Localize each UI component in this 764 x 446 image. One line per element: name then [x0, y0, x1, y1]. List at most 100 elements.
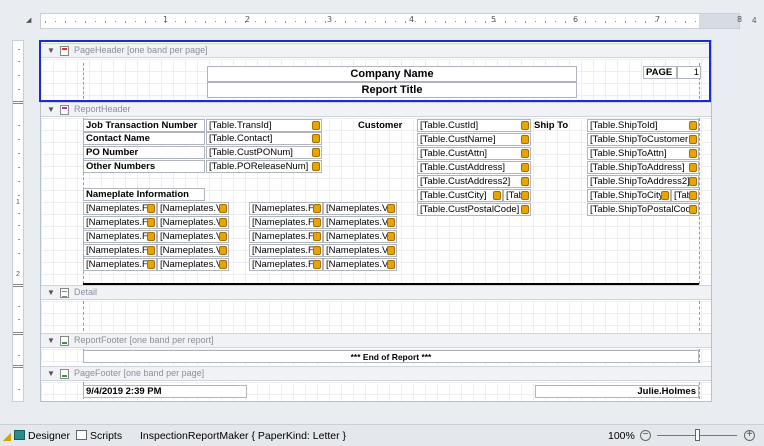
database-field-icon: [387, 260, 395, 269]
cust-name-field[interactable]: [Table.CustName]: [417, 133, 531, 146]
nameplate-field-r3-c2[interactable]: [Nameplates.V: [157, 230, 229, 243]
nameplate-field-r2-c3[interactable]: [Nameplates.F: [249, 216, 323, 229]
nameplate-field-r3-c1[interactable]: [Nameplates.F: [83, 230, 157, 243]
resize-grip-icon[interactable]: [3, 433, 11, 441]
cust-address-field[interactable]: [Table.CustAddress]: [417, 161, 531, 174]
cust-city-field[interactable]: [Table.CustCity]: [417, 189, 503, 202]
job-transaction-number-label[interactable]: Job Transaction Number: [83, 119, 205, 132]
cust-address2-field[interactable]: [Table.CustAddress2]: [417, 175, 531, 188]
ship-to-postal-code-field[interactable]: [Table.ShipToPostalCode: [587, 203, 699, 216]
collapse-icon[interactable]: ▼: [47, 367, 55, 380]
po-release-num-field[interactable]: [Table.POReleaseNum]: [206, 160, 322, 173]
database-field-icon: [312, 148, 320, 157]
database-field-icon: [689, 163, 697, 172]
ship-to-label[interactable]: Ship To: [531, 119, 587, 132]
database-field-icon: [493, 191, 501, 200]
database-field-icon: [689, 205, 697, 214]
nameplate-field-r5-c3[interactable]: [Nameplates.F: [249, 258, 323, 271]
ruler-mark: 4: [409, 15, 415, 24]
cust-po-num-field[interactable]: [Table.CustPONum]: [206, 146, 322, 159]
contact-field[interactable]: [Table.Contact]: [206, 132, 322, 145]
scripts-icon: [76, 430, 87, 440]
designer-tab[interactable]: Designer: [14, 429, 70, 443]
database-field-icon: [147, 218, 155, 227]
nameplate-field-r4-c3[interactable]: [Nameplates.F: [249, 244, 323, 257]
database-field-icon: [661, 191, 669, 200]
page-footer-band-icon: [60, 369, 69, 379]
database-field-icon: [312, 134, 320, 143]
database-field-icon: [313, 218, 321, 227]
nameplate-field-r5-c1[interactable]: [Nameplates.F: [83, 258, 157, 271]
collapse-icon[interactable]: ▼: [47, 286, 55, 299]
zoom-level: 100%: [608, 430, 635, 442]
customer-label[interactable]: Customer: [355, 119, 415, 132]
database-field-icon: [147, 246, 155, 255]
end-of-report-label[interactable]: *** End of Report ***: [83, 350, 699, 363]
collapse-icon[interactable]: ▼: [47, 334, 55, 347]
nameplate-field-r1-c2[interactable]: [Nameplates.V: [157, 202, 229, 215]
database-field-icon: [689, 135, 697, 144]
database-field-icon: [147, 260, 155, 269]
nameplate-field-r1-c3[interactable]: [Nameplates.F: [249, 202, 323, 215]
ship-to-attn-field[interactable]: [Table.ShipToAttn]: [587, 147, 699, 160]
trans-id-field[interactable]: [Table.TransId]: [206, 119, 322, 132]
other-numbers-label[interactable]: Other Numbers: [83, 160, 205, 173]
cust-postal-code-field[interactable]: [Table.CustPostalCode]: [417, 203, 531, 216]
report-header-band[interactable]: Job Transaction Number Contact Name PO N…: [41, 118, 711, 286]
user-name-field[interactable]: Julie.Holmes: [535, 385, 699, 398]
nameplate-field-r1-c1[interactable]: [Nameplates.F: [83, 202, 157, 215]
ruler-mark: 6: [573, 15, 579, 24]
report-footer-band[interactable]: *** End of Report ***: [41, 349, 711, 365]
ruler-mark: 5: [491, 15, 497, 24]
collapse-icon[interactable]: ▼: [47, 103, 55, 116]
ship-to-city-field[interactable]: [Table.ShipToCity]: [587, 189, 671, 202]
ruler-mark: 2: [245, 15, 251, 24]
nameplate-field-r4-c4[interactable]: [Nameplates.V: [323, 244, 397, 257]
nameplate-field-r3-c4[interactable]: [Nameplates.V: [323, 230, 397, 243]
vertical-ruler-mark: 2: [16, 271, 20, 278]
band-title: PageFooter [one band per page]: [74, 368, 205, 378]
nameplate-field-r4-c1[interactable]: [Nameplates.F: [83, 244, 157, 257]
database-field-icon: [521, 177, 529, 186]
po-number-label[interactable]: PO Number: [83, 146, 205, 159]
nameplate-field-r3-c3[interactable]: [Nameplates.F: [249, 230, 323, 243]
detail-band[interactable]: [41, 301, 711, 333]
ship-to-id-field[interactable]: [Table.ShipToId]: [587, 119, 699, 132]
nameplate-field-r2-c2[interactable]: [Nameplates.V: [157, 216, 229, 229]
nameplate-information-label[interactable]: Nameplate Information: [83, 188, 205, 201]
nameplate-field-r4-c2[interactable]: [Nameplates.V: [157, 244, 229, 257]
cust-id-field[interactable]: [Table.CustId]: [417, 119, 531, 132]
band-header-report-header[interactable]: ▼ ReportHeader: [41, 102, 711, 117]
database-field-icon: [147, 232, 155, 241]
database-field-icon: [689, 177, 697, 186]
ship-to-extra-field[interactable]: [Tab: [671, 189, 699, 202]
database-field-icon: [521, 149, 529, 158]
band-header-detail[interactable]: ▼ Detail: [41, 285, 711, 300]
nameplate-field-r5-c2[interactable]: [Nameplates.V: [157, 258, 229, 271]
scripts-tab[interactable]: Scripts: [76, 429, 122, 443]
nameplate-field-r1-c4[interactable]: [Nameplates.V: [323, 202, 397, 215]
database-field-icon: [312, 121, 320, 130]
nameplate-field-r2-c1[interactable]: [Nameplates.F: [83, 216, 157, 229]
band-header-page-footer[interactable]: ▼ PageFooter [one band per page]: [41, 366, 711, 381]
database-field-icon: [313, 232, 321, 241]
band-header-report-footer[interactable]: ▼ ReportFooter [one band per report]: [41, 333, 711, 348]
ship-to-address-field[interactable]: [Table.ShipToAddress]: [587, 161, 699, 174]
database-field-icon: [689, 191, 697, 200]
contact-name-label[interactable]: Contact Name: [83, 132, 205, 145]
cust-attn-field[interactable]: [Table.CustAttn]: [417, 147, 531, 160]
vertical-ruler-mark: 1: [16, 199, 20, 206]
ruler-mark: 8: [737, 15, 743, 24]
ship-to-address2-field[interactable]: [Table.ShipToAddress2]: [587, 175, 699, 188]
page-footer-band[interactable]: 9/4/2019 2:39 PM Julie.Holmes: [41, 382, 711, 401]
cust-extra-field[interactable]: [Tab: [503, 189, 531, 202]
ship-to-customer-id-field[interactable]: [Table.ShipToCustomerI: [587, 133, 699, 146]
nameplate-field-r5-c4[interactable]: [Nameplates.V: [323, 258, 397, 271]
database-field-icon: [312, 162, 320, 171]
print-date-field[interactable]: 9/4/2019 2:39 PM: [83, 385, 247, 398]
zoom-in-button[interactable]: +: [744, 430, 755, 441]
zoom-out-button[interactable]: −: [640, 430, 651, 441]
zoom-slider-thumb[interactable]: [695, 429, 700, 441]
database-field-icon: [313, 246, 321, 255]
nameplate-field-r2-c4[interactable]: [Nameplates.V: [323, 216, 397, 229]
